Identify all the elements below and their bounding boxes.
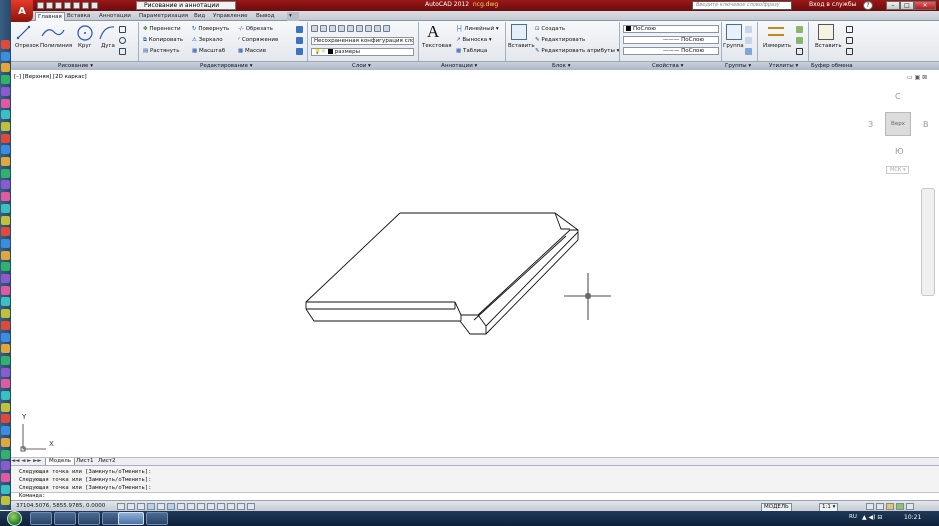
tab-layout2[interactable]: Лист2 (95, 458, 118, 465)
quick-properties-icon[interactable] (237, 503, 245, 510)
language-indicator[interactable]: RU (849, 514, 857, 520)
crosshair-cursor (564, 273, 611, 320)
taskbar-explorer-icon[interactable] (30, 512, 52, 525)
taskbar-autocad-icon[interactable] (118, 512, 144, 525)
layout-nav-arrows[interactable]: ◄◄ ◄ ► ►► (11, 458, 42, 465)
application-menu-button[interactable]: A (11, 0, 33, 22)
taskbar-chrome-icon[interactable] (54, 512, 76, 525)
viewcube[interactable]: С З В Верх Ю МСК ▾ (868, 92, 932, 174)
taskbar-help-icon[interactable] (146, 512, 168, 525)
viewcube-top-face[interactable]: Верх (885, 112, 911, 136)
infer-constraints-icon[interactable] (117, 503, 125, 510)
workspace-switch-icon[interactable] (866, 503, 874, 510)
dynamic-input-icon[interactable] (207, 503, 215, 510)
ucs-x-label: X (49, 440, 54, 448)
polar-tracking-icon[interactable] (157, 503, 165, 510)
object-snap-icon[interactable] (167, 503, 175, 510)
wcs-menu[interactable]: МСК ▾ (886, 166, 910, 174)
viewcube-east[interactable]: В (923, 120, 929, 129)
layout-tab-bar: ◄◄ ◄ ► ►► Модель Лист1 Лист2 (11, 457, 939, 466)
transparency-icon[interactable] (227, 503, 235, 510)
ortho-mode-icon[interactable] (147, 503, 155, 510)
lineweight-display-icon[interactable] (217, 503, 225, 510)
viewcube-north[interactable]: С (895, 92, 901, 101)
isometric-part (305, 212, 579, 335)
command-input[interactable]: Команда: (11, 492, 939, 500)
hardware-accel-icon[interactable] (886, 503, 894, 510)
viewcube-south[interactable]: Ю (895, 147, 904, 156)
coordinates-readout[interactable]: 37104.5076, 5855.9785, 0.0000 (16, 503, 105, 510)
autocad-window: A Рисование и аннотации AutoCAD 2012 ncg… (0, 0, 939, 526)
ucs-y-label: Y (22, 413, 27, 421)
command-history-line: Следующая точка или [Замкнуть/оТменить]: (19, 485, 152, 491)
command-history-line: Следующая точка или [Замкнуть/оТменить]: (19, 469, 152, 475)
grid-display-icon[interactable] (137, 503, 145, 510)
navigation-bar[interactable] (921, 188, 935, 296)
3d-osnap-icon[interactable] (177, 503, 185, 510)
command-prompt: Команда: (19, 493, 46, 499)
viewcube-west[interactable]: З (868, 120, 873, 129)
status-bar: 37104.5076, 5855.9785, 0.0000 МОДЕЛЬ 1:1… (11, 500, 939, 512)
drawing-area[interactable] (0, 0, 939, 526)
object-snap-tracking-icon[interactable] (187, 503, 195, 510)
command-history-line: Следующая точка или [Замкнуть/оТменить]: (19, 477, 152, 483)
ucs-icon (20, 424, 46, 452)
start-button[interactable] (7, 511, 22, 526)
dynamic-ucs-icon[interactable] (197, 503, 205, 510)
tray-icons[interactable]: ▲ ◀) ⊟ (862, 514, 882, 521)
taskbar-word-icon[interactable] (78, 512, 100, 525)
taskbar-clock[interactable]: 10:21 (904, 514, 921, 521)
tab-layout1[interactable]: Лист1 (73, 458, 96, 465)
selection-cycling-icon[interactable] (247, 503, 255, 510)
isolate-objects-icon[interactable] (896, 503, 904, 510)
lock-ui-icon[interactable] (876, 503, 884, 510)
clean-screen-icon[interactable] (906, 503, 914, 510)
snap-mode-icon[interactable] (127, 503, 135, 510)
